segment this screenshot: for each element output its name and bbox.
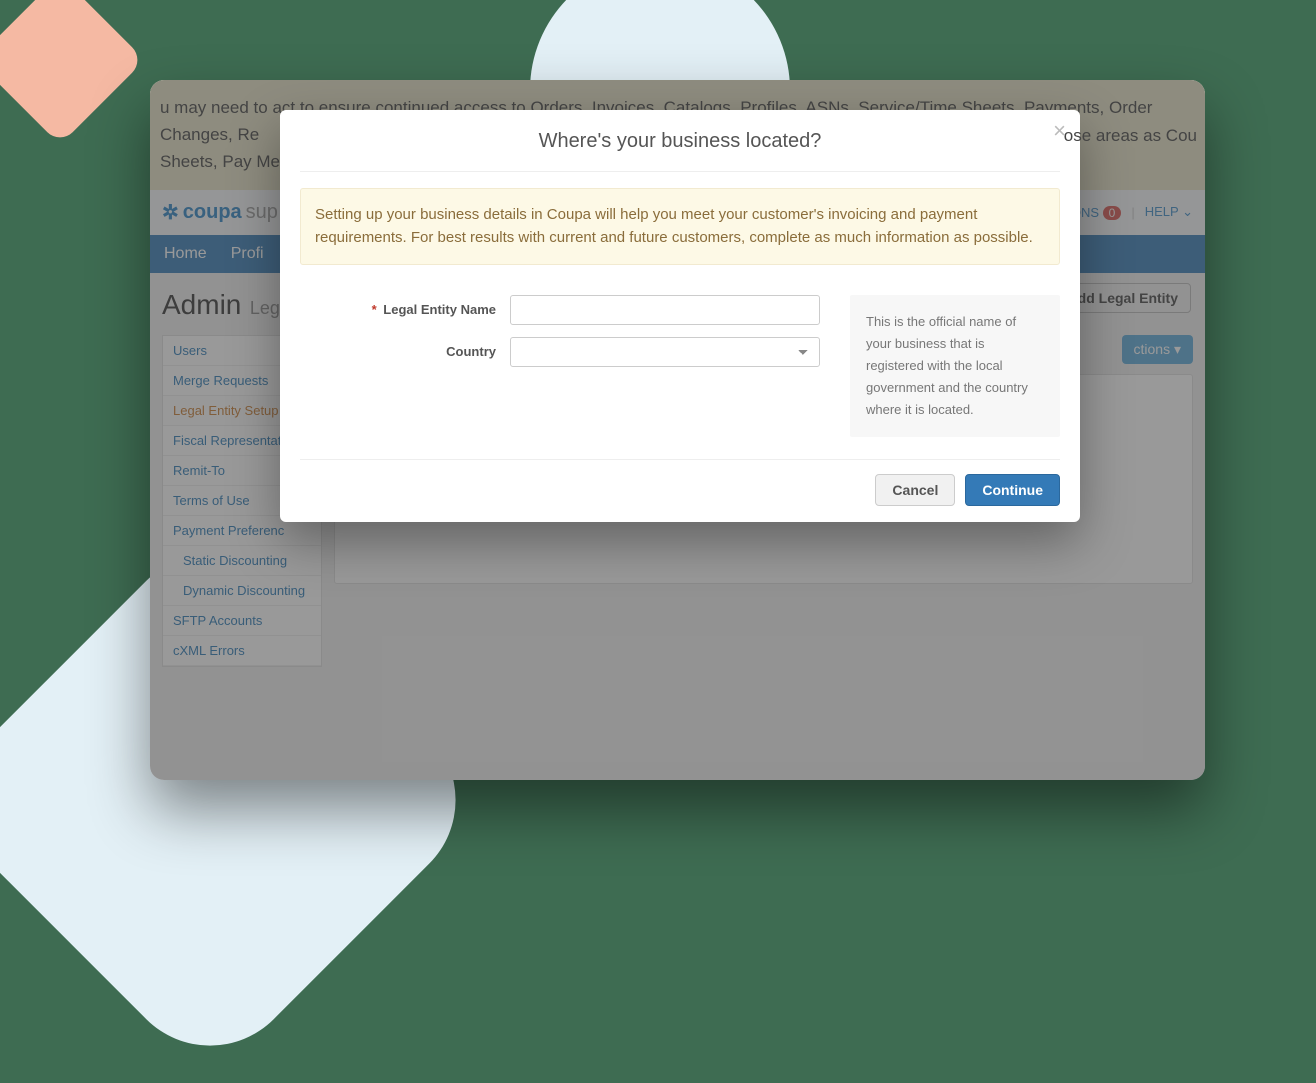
legal-entity-name-label: * Legal Entity Name [300,302,510,317]
country-select[interactable] [510,337,820,367]
modal-form: * Legal Entity Name Country [300,295,820,437]
continue-button[interactable]: Continue [965,474,1060,506]
field-help-text: This is the official name of your busine… [850,295,1060,437]
decorative-blob [0,0,145,145]
modal-info-text: Setting up your business details in Coup… [300,188,1060,265]
cancel-button[interactable]: Cancel [875,474,955,506]
modal-title: Where's your business located? [280,130,1080,171]
app-window: u may need to act to ensure continued ac… [150,80,1205,780]
business-location-modal: × Where's your business located? Setting… [280,110,1080,522]
banner-text: ose areas as Cou [1064,126,1197,146]
country-label: Country [300,344,510,359]
legal-entity-name-input[interactable] [510,295,820,325]
